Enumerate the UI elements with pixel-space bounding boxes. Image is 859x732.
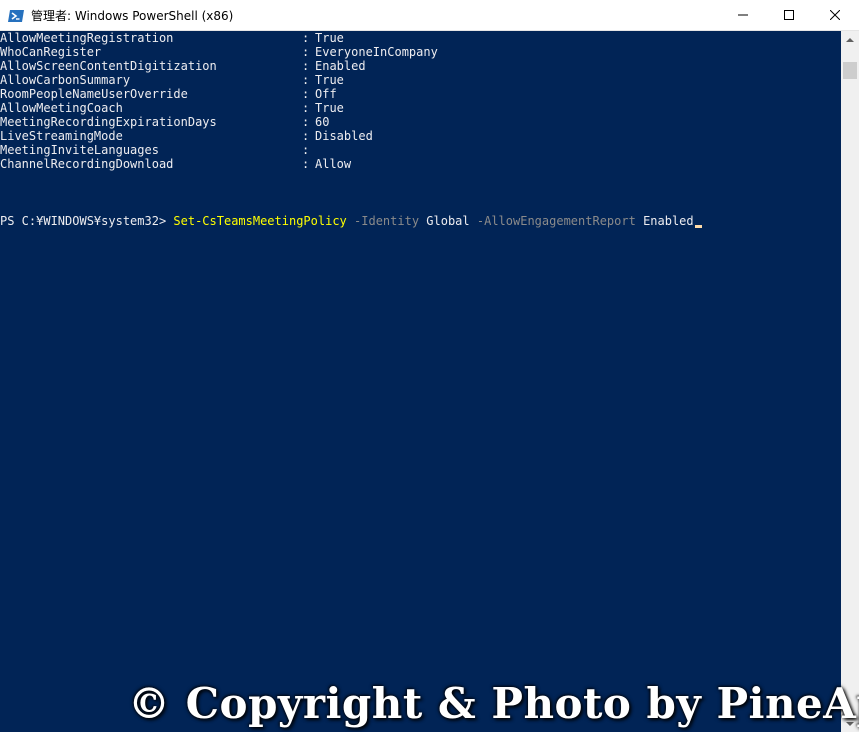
maximize-icon [784, 10, 794, 20]
chevron-up-icon [846, 37, 854, 42]
output-row: AllowCarbonSummary : True [0, 73, 344, 87]
property-name: WhoCanRegister [0, 45, 102, 59]
property-separator: : [302, 129, 310, 143]
property-name: RoomPeopleNameUserOverride [0, 87, 188, 101]
command-name: Set-CsTeamsMeetingPolicy [173, 214, 347, 228]
property-value: Off [315, 87, 337, 101]
property-separator: : [302, 157, 310, 171]
property-value: Allow [315, 157, 352, 171]
property-separator: : [302, 87, 310, 101]
property-name: AllowScreenContentDigitization [0, 59, 217, 73]
property-separator: : [302, 59, 310, 73]
text-cursor [694, 225, 702, 228]
property-separator: : [302, 101, 310, 115]
property-value: True [315, 101, 344, 115]
title-bar[interactable]: 管理者: Windows PowerShell (x86) [0, 0, 859, 31]
parameter-engagement-report: -AllowEngagementReport [476, 214, 636, 228]
property-value: True [315, 31, 344, 45]
output-row: LiveStreamingMode : Disabled [0, 129, 373, 143]
minimize-button[interactable] [720, 0, 766, 30]
copyright-watermark: © Copyright & Photo by PineApple [128, 679, 859, 728]
argument-identity: Global [426, 214, 470, 228]
output-row: WhoCanRegister : EveryoneInCompany [0, 45, 438, 59]
property-value: 60 [315, 115, 330, 129]
argument-engagement-report: Enabled [643, 214, 694, 228]
maximize-button[interactable] [766, 0, 812, 30]
property-name: AllowMeetingRegistration [0, 31, 174, 45]
vertical-scrollbar[interactable] [841, 31, 859, 732]
output-row: MeetingInviteLanguages : [0, 143, 309, 157]
scroll-thumb[interactable] [843, 62, 857, 79]
powershell-icon [8, 10, 24, 22]
property-separator: : [302, 73, 310, 87]
output-row: AllowMeetingRegistration : True [0, 31, 344, 45]
console-output-area[interactable]: AllowMeetingRegistration : True WhoCanRe… [0, 31, 841, 732]
property-name: ChannelRecordingDownload [0, 157, 174, 171]
property-value: Disabled [315, 129, 373, 143]
property-separator: : [302, 31, 310, 45]
property-name: AllowMeetingCoach [0, 101, 123, 115]
close-icon [830, 10, 840, 20]
property-separator: : [302, 115, 310, 129]
output-row: AllowMeetingCoach : True [0, 101, 344, 115]
property-separator: : [302, 45, 310, 59]
minimize-icon [738, 14, 748, 16]
powershell-window: 管理者: Windows PowerShell (x86) AllowMeeti… [0, 0, 859, 732]
property-name: MeetingInviteLanguages [0, 143, 159, 157]
property-separator: : [302, 143, 310, 157]
output-row: ChannelRecordingDownload : Allow [0, 157, 351, 171]
window-title: 管理者: Windows PowerShell (x86) [31, 9, 234, 23]
property-name: MeetingRecordingExpirationDays [0, 115, 217, 129]
output-row: RoomPeopleNameUserOverride : Off [0, 87, 337, 101]
property-value: EveryoneInCompany [315, 45, 438, 59]
property-name: LiveStreamingMode [0, 129, 123, 143]
property-name: AllowCarbonSummary [0, 73, 131, 87]
parameter-identity: -Identity [354, 214, 420, 228]
output-row: AllowScreenContentDigitization : Enabled [0, 59, 366, 73]
prompt-path: PS C:¥WINDOWS¥system32> [0, 214, 174, 228]
close-button[interactable] [812, 0, 858, 30]
command-prompt-line[interactable]: PS C:¥WINDOWS¥system32> Set-CsTeamsMeeti… [0, 213, 702, 229]
scroll-up-button[interactable] [841, 31, 859, 48]
property-value: True [315, 73, 344, 87]
property-value: Enabled [315, 59, 366, 73]
output-row: MeetingRecordingExpirationDays : 60 [0, 115, 329, 129]
